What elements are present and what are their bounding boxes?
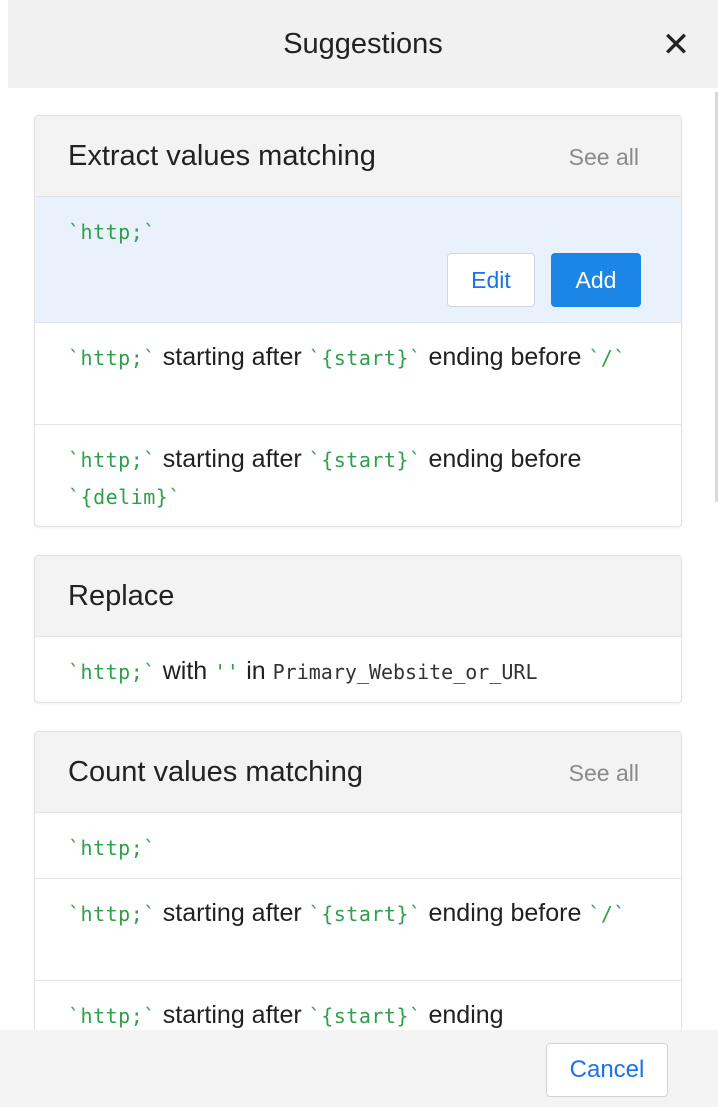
item-text: ending <box>421 1001 504 1029</box>
item-text: starting after <box>155 343 309 371</box>
code-token: `{start}` <box>308 346 422 370</box>
code-token: `http;` <box>68 448 156 472</box>
suggestion-item[interactable]: `http;` starting after `{start}` ending … <box>35 323 681 425</box>
add-button[interactable]: Add <box>551 253 641 307</box>
suggestion-card-replace: Replace `http;` with '' in Primary_Websi… <box>34 555 682 703</box>
item-text: with <box>155 657 215 685</box>
see-all-link[interactable]: See all <box>569 760 639 787</box>
suggestion-item[interactable]: `http;` Edit Add <box>35 197 681 323</box>
suggestion-item[interactable]: `http;` starting after `{start}` ending … <box>35 425 681 526</box>
code-token: `{start}` <box>308 902 422 926</box>
card-header: Replace <box>35 556 681 637</box>
card-header: Extract values matching See all <box>35 116 681 197</box>
cancel-button[interactable]: Cancel <box>546 1043 668 1097</box>
code-token: `{delim}` <box>68 485 181 509</box>
dialog-title: Suggestions <box>283 28 443 60</box>
suggestion-card-count: Count values matching See all `http;` `h… <box>34 731 682 1030</box>
see-all-link[interactable]: See all <box>569 144 639 171</box>
code-token: `{start}` <box>308 448 422 472</box>
card-title: Replace <box>68 580 175 612</box>
suggestion-card-extract: Extract values matching See all `http;` … <box>34 115 682 527</box>
item-text: starting after <box>155 1001 309 1029</box>
item-text: ending before <box>421 899 589 927</box>
code-token: `http;` <box>68 660 156 684</box>
code-token: `http;` <box>68 836 156 860</box>
item-text: in <box>239 657 273 685</box>
code-token: '' <box>214 660 240 684</box>
edit-button[interactable]: Edit <box>447 253 535 307</box>
dialog-header: Suggestions ✕ <box>8 0 718 88</box>
code-token: `{start}` <box>308 1004 422 1028</box>
item-text: ending before <box>421 343 589 371</box>
suggestions-list[interactable]: Extract values matching See all `http;` … <box>0 88 718 1030</box>
code-token: `http;` <box>68 902 156 926</box>
close-icon[interactable]: ✕ <box>660 28 692 62</box>
code-token: `/` <box>588 346 626 370</box>
card-header: Count values matching See all <box>35 732 681 813</box>
suggestion-item[interactable]: `http;` starting after `{start}` ending … <box>35 879 681 981</box>
code-token: `/` <box>588 902 626 926</box>
suggestion-item[interactable]: `http;` with '' in Primary_Website_or_UR… <box>35 637 681 702</box>
card-title: Extract values matching <box>68 140 376 172</box>
column-name: Primary_Website_or_URL <box>272 660 538 684</box>
suggestion-item[interactable]: `http;` <box>35 813 681 879</box>
item-text: ending before <box>421 445 582 473</box>
card-title: Count values matching <box>68 756 363 788</box>
code-token: `http;` <box>68 220 156 244</box>
suggestion-item[interactable]: `http;` starting after `{start}` ending <box>35 981 681 1030</box>
dialog-footer: Cancel <box>0 1030 718 1107</box>
code-token: `http;` <box>68 346 156 370</box>
code-token: `http;` <box>68 1004 156 1028</box>
item-text: starting after <box>155 899 309 927</box>
item-text: starting after <box>155 445 309 473</box>
